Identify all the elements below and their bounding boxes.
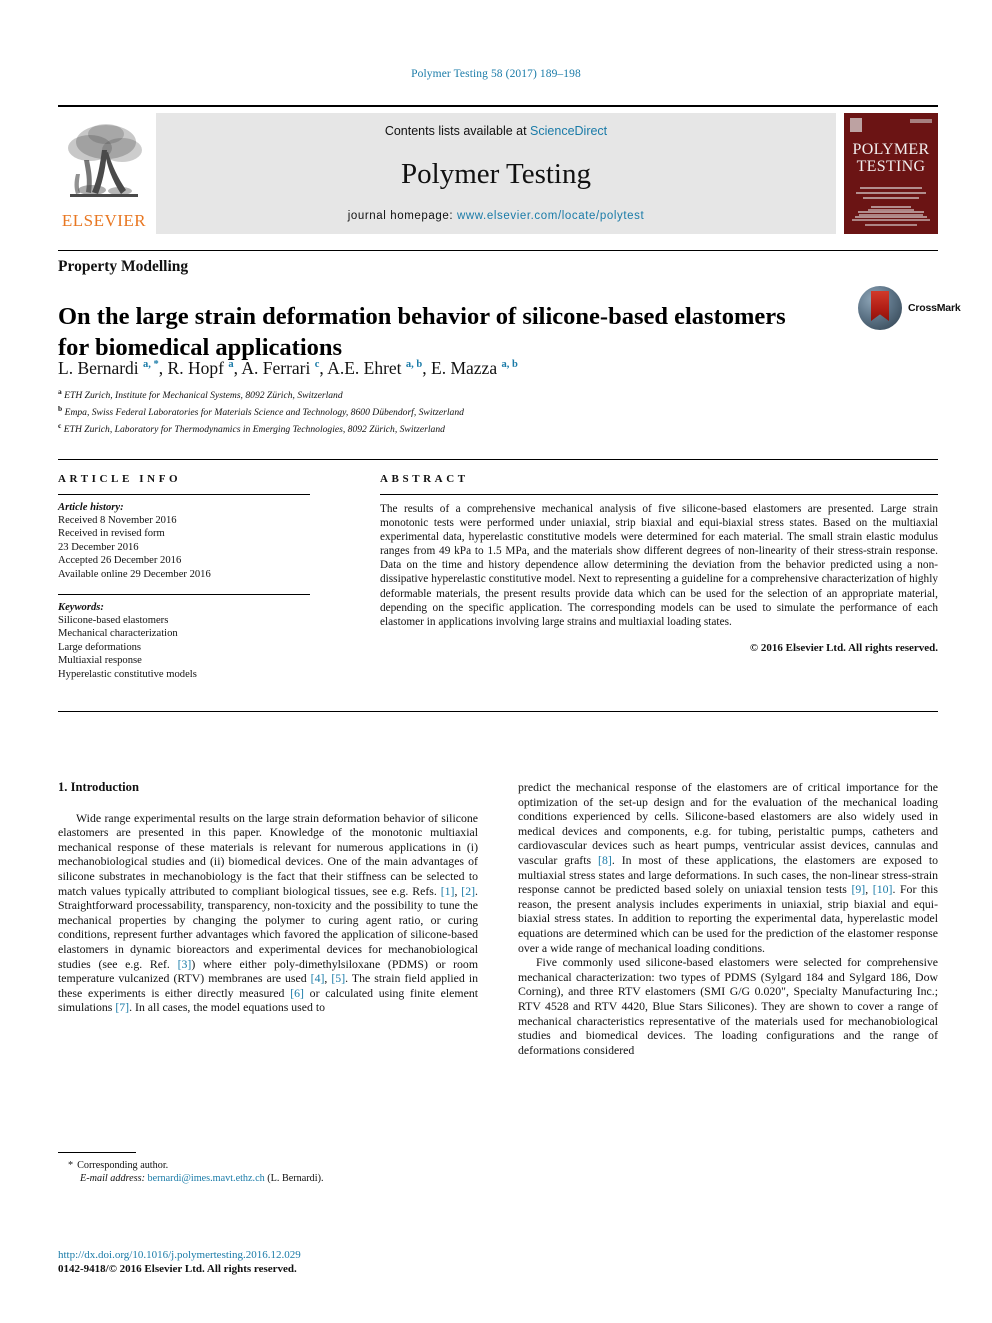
footnote-corresponding-text: Corresponding author. [77, 1160, 169, 1171]
affiliation-c: c ETH Zurich, Laboratory for Thermodynam… [58, 420, 758, 437]
keywords-label: Keywords: [58, 602, 104, 614]
sciencedirect-link[interactable]: ScienceDirect [530, 124, 607, 138]
issn-copyright-line: 0142-9418/© 2016 Elsevier Ltd. All right… [58, 1263, 297, 1275]
elsevier-wordmark: ELSEVIER [61, 211, 147, 230]
intro-text-a: Wide range experimental results on the l… [58, 810, 478, 898]
cover-title: POLYMER TESTING [844, 141, 938, 175]
history-line-1: Received in revised form [58, 528, 165, 540]
affiliation-text-a: ETH Zurich, Institute for Mechanical Sys… [64, 390, 343, 402]
heading-introduction: 1. Introduction [58, 780, 139, 794]
abstract-divider [380, 494, 938, 495]
title-divider [58, 250, 938, 251]
citation-ref-6[interactable]: [6] [290, 986, 304, 1000]
citation-ref-7[interactable]: [7] [115, 1000, 129, 1014]
crossmark-ribbon-icon [871, 291, 889, 321]
doi-link[interactable]: http://dx.doi.org/10.1016/j.polymertesti… [58, 1248, 558, 1262]
journal-title: Polymer Testing [401, 158, 591, 190]
citation-ref-10[interactable]: [10] [873, 882, 893, 896]
journal-cover-thumbnail: POLYMER TESTING [844, 113, 938, 234]
keyword-0: Silicone-based elastomers [58, 615, 169, 627]
corresponding-author-footnote: * Corresponding author. E-mail address: b… [58, 1152, 478, 1185]
citation-ref-1[interactable]: [1] [441, 884, 455, 898]
article-info-column: ARTICLE INFO Article history: Received 8… [58, 473, 310, 681]
abstract-text: The results of a comprehensive mechanica… [380, 503, 938, 628]
email-suffix: (L. Bernardi). [267, 1173, 324, 1184]
affiliation-marker-a: a [58, 387, 62, 396]
paragraph-intro-right-2: Five commonly used silicone-based elasto… [518, 955, 938, 1057]
cover-title-line1: POLYMER [852, 141, 930, 158]
contents-prefix: Contents lists available at [384, 124, 531, 138]
contents-line: Contents lists available at ScienceDirec… [156, 124, 836, 138]
citation-ref-5[interactable]: [5] [331, 971, 345, 985]
sep-3: , [865, 882, 873, 897]
keyword-2: Large deformations [58, 641, 142, 653]
panel-bottom-divider [58, 711, 938, 712]
email-link[interactable]: bernardi@imes.mavt.ethz.ch [148, 1173, 265, 1184]
elsevier-logo: ELSEVIER [58, 113, 150, 234]
journal-homepage-link[interactable]: www.elsevier.com/locate/polytest [457, 210, 644, 222]
abstract-heading: ABSTRACT [380, 473, 469, 485]
abstract-column: ABSTRACT The results of a comprehensive … [380, 473, 938, 654]
citation-ref-8[interactable]: [8] [598, 853, 612, 867]
article-info-divider [58, 494, 310, 495]
keyword-4: Hyperelastic constitutive models [58, 668, 197, 680]
citation-ref-3[interactable]: [3] [178, 957, 192, 971]
elsevier-tree-icon [62, 116, 146, 208]
citation-ref-4[interactable]: [4] [311, 971, 325, 985]
affiliation-text-b: Empa, Swiss Federal Laboratories for Mat… [64, 406, 464, 418]
footnote-divider [58, 1152, 136, 1153]
affiliation-b: b Empa, Swiss Federal Laboratories for M… [58, 403, 758, 420]
author-list: L. Bernardi a, *, R. Hopf a, A. Ferrari … [58, 358, 518, 378]
crossmark-disc-icon [858, 286, 902, 330]
affiliation-marker-b: b [58, 403, 63, 413]
keywords-divider [58, 594, 310, 596]
keyword-1: Mechanical characterization [58, 628, 178, 640]
cover-footer-lines [850, 209, 932, 229]
footnote-corresponding-line: * Corresponding author. [58, 1159, 478, 1172]
crossmark-badge[interactable]: CrossMark [858, 286, 961, 332]
affiliation-a: a ETH Zurich, Institute for Mechanical S… [58, 386, 758, 403]
footnote-email-line: E-mail address: bernardi@imes.mavt.ethz.… [58, 1172, 478, 1185]
journal-homepage-line: journal homepage: www.elsevier.com/locat… [156, 210, 836, 222]
section-kicker: Property Modelling [58, 258, 189, 275]
paragraph-intro-left: Wide range experimental results on the l… [58, 811, 478, 1015]
crossmark-label: CrossMark [908, 302, 961, 314]
article-history-label: Article history: [58, 502, 124, 513]
info-abstract-panel: ARTICLE INFO Article history: Received 8… [58, 459, 938, 719]
history-line-2: 23 December 2016 [58, 541, 139, 553]
affiliation-marker-c: c [58, 420, 62, 430]
keyword-3: Multiaxial response [58, 655, 142, 667]
journal-masthead: ELSEVIER Contents lists available at Sci… [58, 105, 938, 234]
email-label: E-mail address: [80, 1173, 145, 1184]
running-head: Polymer Testing 58 (2017) 189–198 [411, 68, 581, 80]
cover-title-line2: TESTING [856, 158, 926, 175]
citation-ref-2[interactable]: [2] [461, 884, 475, 898]
history-line-0: Received 8 November 2016 [58, 515, 177, 526]
history-line-4: Available online 29 December 2016 [58, 568, 211, 580]
affiliation-list: a ETH Zurich, Institute for Mechanical S… [58, 386, 758, 436]
history-line-3: Accepted 26 December 2016 [58, 555, 182, 567]
body-column-left: 1. Introduction Wide range experimental … [58, 780, 478, 1015]
homepage-prefix: journal homepage: [347, 210, 457, 222]
panel-top-divider [58, 459, 938, 460]
body-column-right: predict the mechanical response of the e… [518, 780, 938, 1057]
cover-issn-mark [910, 119, 932, 123]
paragraph-intro-right-1: predict the mechanical response of the e… [518, 780, 938, 955]
masthead-banner: Contents lists available at ScienceDirec… [156, 113, 836, 234]
page-title: On the large strain deformation behavior… [58, 303, 786, 362]
abstract-copyright: © 2016 Elsevier Ltd. All rights reserved… [749, 641, 938, 654]
cover-elsevier-mark-icon [850, 118, 862, 132]
footnote-star-marker: * [68, 1160, 74, 1171]
citation-ref-9[interactable]: [9] [851, 882, 865, 896]
intro-text-f: . In all cases, the model equations used… [129, 1000, 326, 1015]
page-footer: http://dx.doi.org/10.1016/j.polymertesti… [58, 1248, 558, 1276]
article-info-heading: ARTICLE INFO [58, 473, 182, 485]
article-page: Polymer Testing 58 (2017) 189–198 ELSEVI… [0, 0, 992, 1323]
affiliation-text-c: ETH Zurich, Laboratory for Thermodynamic… [63, 423, 445, 435]
